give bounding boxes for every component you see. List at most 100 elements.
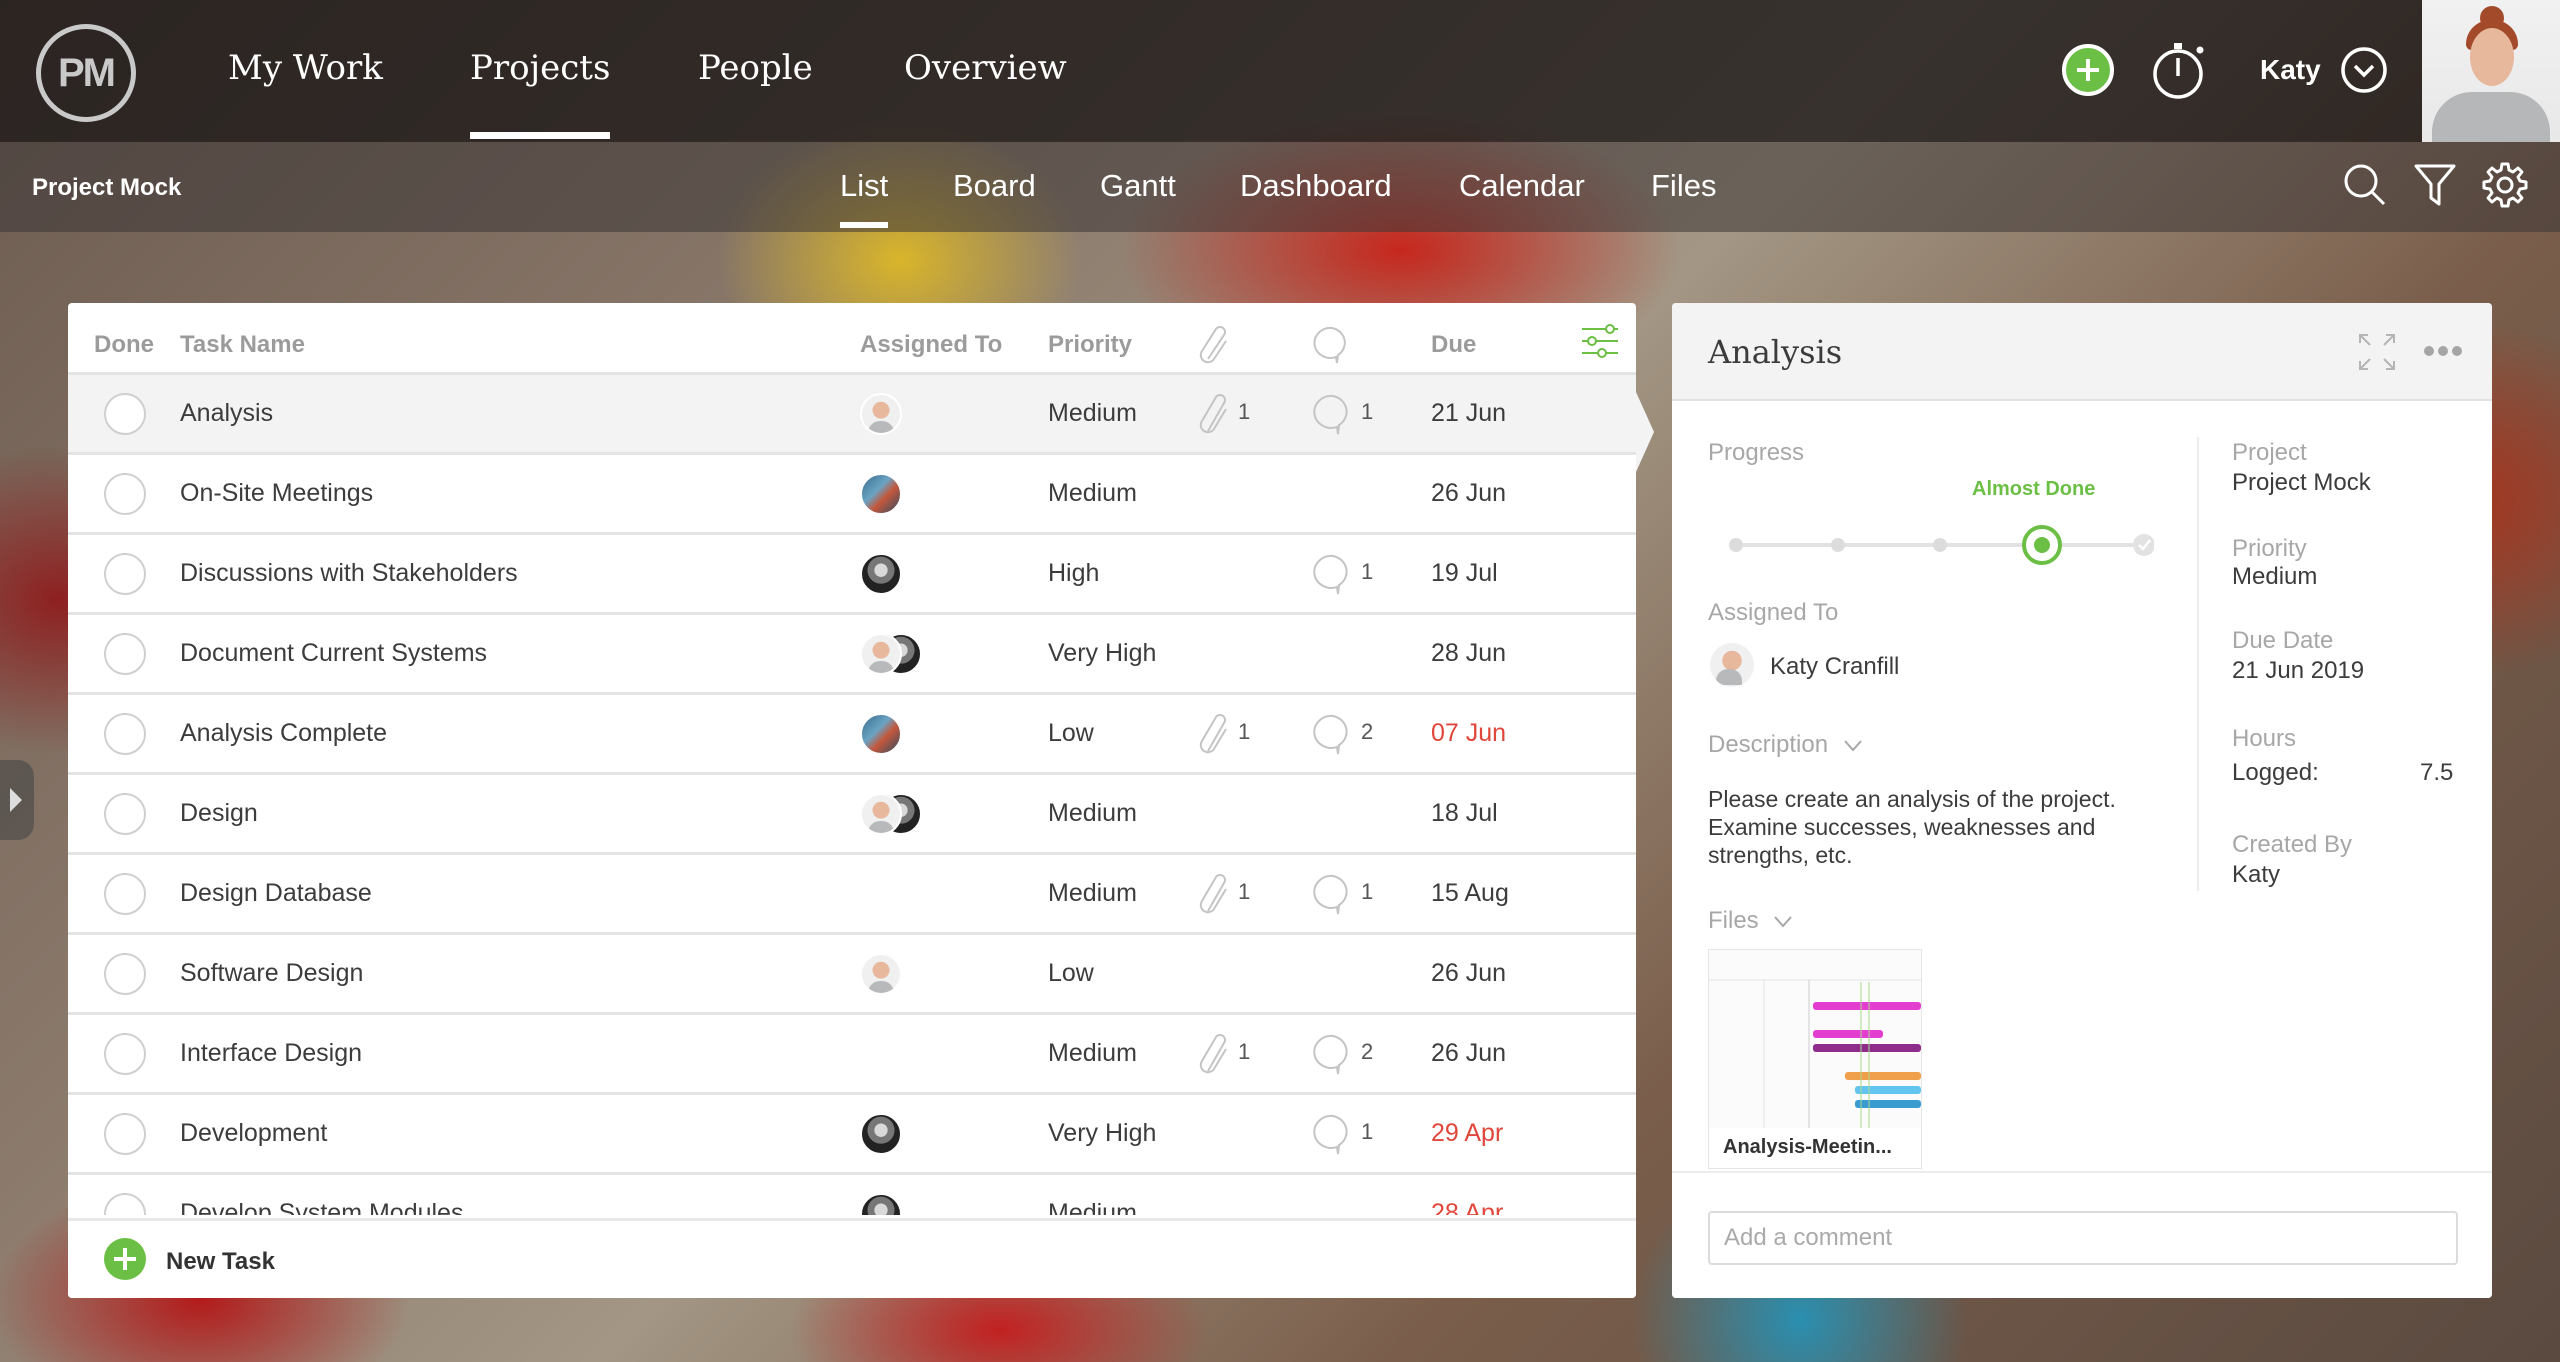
logged-hours-value[interactable]: 7.5 <box>2420 759 2453 787</box>
task-due-date[interactable]: 19 Jul <box>1431 559 1498 588</box>
description-text[interactable]: Please create an analysis of the project… <box>1708 785 2128 869</box>
task-name[interactable]: Document Current Systems <box>180 639 487 668</box>
done-checkbox[interactable] <box>104 793 146 835</box>
comment-icon[interactable] <box>1313 325 1351 365</box>
app-logo[interactable]: PM <box>36 24 136 122</box>
due-date-value[interactable]: 21 Jun 2019 <box>2232 657 2364 685</box>
task-name[interactable]: On-Site Meetings <box>180 479 373 508</box>
tab-files[interactable]: Files <box>1651 168 1716 204</box>
more-options-icon[interactable] <box>2422 341 2464 361</box>
done-checkbox[interactable] <box>104 713 146 755</box>
task-priority[interactable]: High <box>1048 559 1099 588</box>
column-settings-sliders-icon[interactable] <box>1580 321 1620 361</box>
task-row[interactable]: On-Site Meetings Medium 26 Jun <box>68 455 1636 535</box>
project-value[interactable]: Project Mock <box>2232 469 2371 497</box>
task-row[interactable]: Design Medium 18 Jul <box>68 775 1636 855</box>
task-priority[interactable]: Low <box>1048 959 1094 988</box>
done-checkbox[interactable] <box>104 1033 146 1075</box>
sidebar-expand-toggle[interactable] <box>0 760 34 840</box>
done-checkbox[interactable] <box>104 393 146 435</box>
task-row[interactable]: Discussions with Stakeholders High 1 19 Jul <box>68 535 1636 615</box>
tab-list[interactable]: List <box>840 168 889 228</box>
file-attachment[interactable]: Analysis-Meetin... <box>1708 949 1922 1169</box>
nav-my-work[interactable]: My Work <box>228 48 383 88</box>
paperclip-icon[interactable] <box>1198 325 1232 365</box>
done-checkbox[interactable] <box>104 633 146 675</box>
done-checkbox[interactable] <box>104 873 146 915</box>
task-name[interactable]: Analysis <box>180 399 273 428</box>
user-avatar[interactable] <box>2422 0 2560 142</box>
settings-gear-icon[interactable] <box>2480 160 2530 210</box>
progress-slider[interactable] <box>1724 525 2154 565</box>
avatar <box>860 473 902 515</box>
task-due-date[interactable]: 07 Jun <box>1431 719 1506 748</box>
nav-people[interactable]: People <box>698 48 813 88</box>
task-priority[interactable]: Medium <box>1048 1199 1137 1215</box>
tab-gantt[interactable]: Gantt <box>1100 168 1176 204</box>
task-row[interactable]: Software Design Low 26 Jun <box>68 935 1636 1015</box>
tab-dashboard[interactable]: Dashboard <box>1240 168 1392 204</box>
tab-calendar[interactable]: Calendar <box>1459 168 1585 204</box>
task-priority[interactable]: Medium <box>1048 879 1137 908</box>
quick-add-button[interactable] <box>2062 44 2114 96</box>
done-checkbox[interactable] <box>104 1193 146 1215</box>
user-name[interactable]: Katy <box>2260 54 2321 86</box>
comment-input[interactable] <box>1708 1211 2458 1265</box>
task-row[interactable]: Design Database Medium 1 1 15 Aug <box>68 855 1636 935</box>
task-due-date[interactable]: 26 Jun <box>1431 959 1506 988</box>
task-row[interactable]: Analysis Medium 1 1 21 Jun <box>68 375 1636 455</box>
task-due-date[interactable]: 28 Apr <box>1431 1199 1503 1215</box>
task-priority[interactable]: Very High <box>1048 1119 1156 1148</box>
task-row[interactable]: Analysis Complete Low 1 2 07 Jun <box>68 695 1636 775</box>
col-priority[interactable]: Priority <box>1048 331 1132 359</box>
task-due-date[interactable]: 28 Jun <box>1431 639 1506 668</box>
search-icon[interactable] <box>2340 160 2390 210</box>
task-due-date[interactable]: 21 Jun <box>1431 399 1506 428</box>
task-priority[interactable]: Medium <box>1048 799 1137 828</box>
col-done[interactable]: Done <box>94 331 154 359</box>
task-due-date[interactable]: 26 Jun <box>1431 479 1506 508</box>
tab-board[interactable]: Board <box>953 168 1036 204</box>
task-priority[interactable]: Medium <box>1048 399 1137 428</box>
expand-icon[interactable] <box>2356 331 2398 373</box>
task-row[interactable]: Develop System Modules Medium 28 Apr <box>68 1175 1636 1215</box>
task-due-date[interactable]: 15 Aug <box>1431 879 1509 908</box>
task-name[interactable]: Design <box>180 799 258 828</box>
done-checkbox[interactable] <box>104 1113 146 1155</box>
done-checkbox[interactable] <box>104 953 146 995</box>
task-name[interactable]: Discussions with Stakeholders <box>180 559 518 588</box>
assignee-name[interactable]: Katy Cranfill <box>1770 653 1899 681</box>
done-checkbox[interactable] <box>104 473 146 515</box>
task-due-date[interactable]: 26 Jun <box>1431 1039 1506 1068</box>
task-name[interactable]: Development <box>180 1119 327 1148</box>
project-title: Project Mock <box>32 174 182 201</box>
task-row[interactable]: Interface Design Medium 1 2 26 Jun <box>68 1015 1636 1095</box>
task-name[interactable]: Software Design <box>180 959 363 988</box>
task-due-date[interactable]: 18 Jul <box>1431 799 1498 828</box>
task-due-date[interactable]: 29 Apr <box>1431 1119 1503 1148</box>
col-assigned-to[interactable]: Assigned To <box>860 331 1002 359</box>
task-name[interactable]: Analysis Complete <box>180 719 387 748</box>
task-priority[interactable]: Medium <box>1048 1039 1137 1068</box>
task-priority[interactable]: Low <box>1048 719 1094 748</box>
detail-title[interactable]: Analysis <box>1708 333 1842 371</box>
user-menu-chevron-icon[interactable] <box>2340 46 2388 94</box>
task-row[interactable]: Document Current Systems Very High 28 Jun <box>68 615 1636 695</box>
task-priority[interactable]: Very High <box>1048 639 1156 668</box>
due-date-label: Due Date <box>2232 627 2334 654</box>
task-name[interactable]: Develop System Modules <box>180 1199 463 1215</box>
priority-value[interactable]: Medium <box>2232 563 2317 591</box>
nav-projects[interactable]: Projects <box>470 48 611 139</box>
task-name[interactable]: Design Database <box>180 879 372 908</box>
task-name[interactable]: Interface Design <box>180 1039 362 1068</box>
col-due[interactable]: Due <box>1431 331 1476 359</box>
done-checkbox[interactable] <box>104 553 146 595</box>
filter-icon[interactable] <box>2410 160 2460 210</box>
files-toggle[interactable]: Files <box>1708 907 1793 935</box>
task-row[interactable]: Development Very High 1 29 Apr <box>68 1095 1636 1175</box>
description-toggle[interactable]: Description <box>1708 731 1863 759</box>
nav-overview[interactable]: Overview <box>904 48 1067 88</box>
col-task-name[interactable]: Task Name <box>180 331 305 359</box>
task-priority[interactable]: Medium <box>1048 479 1137 508</box>
timer-icon[interactable] <box>2150 40 2210 102</box>
